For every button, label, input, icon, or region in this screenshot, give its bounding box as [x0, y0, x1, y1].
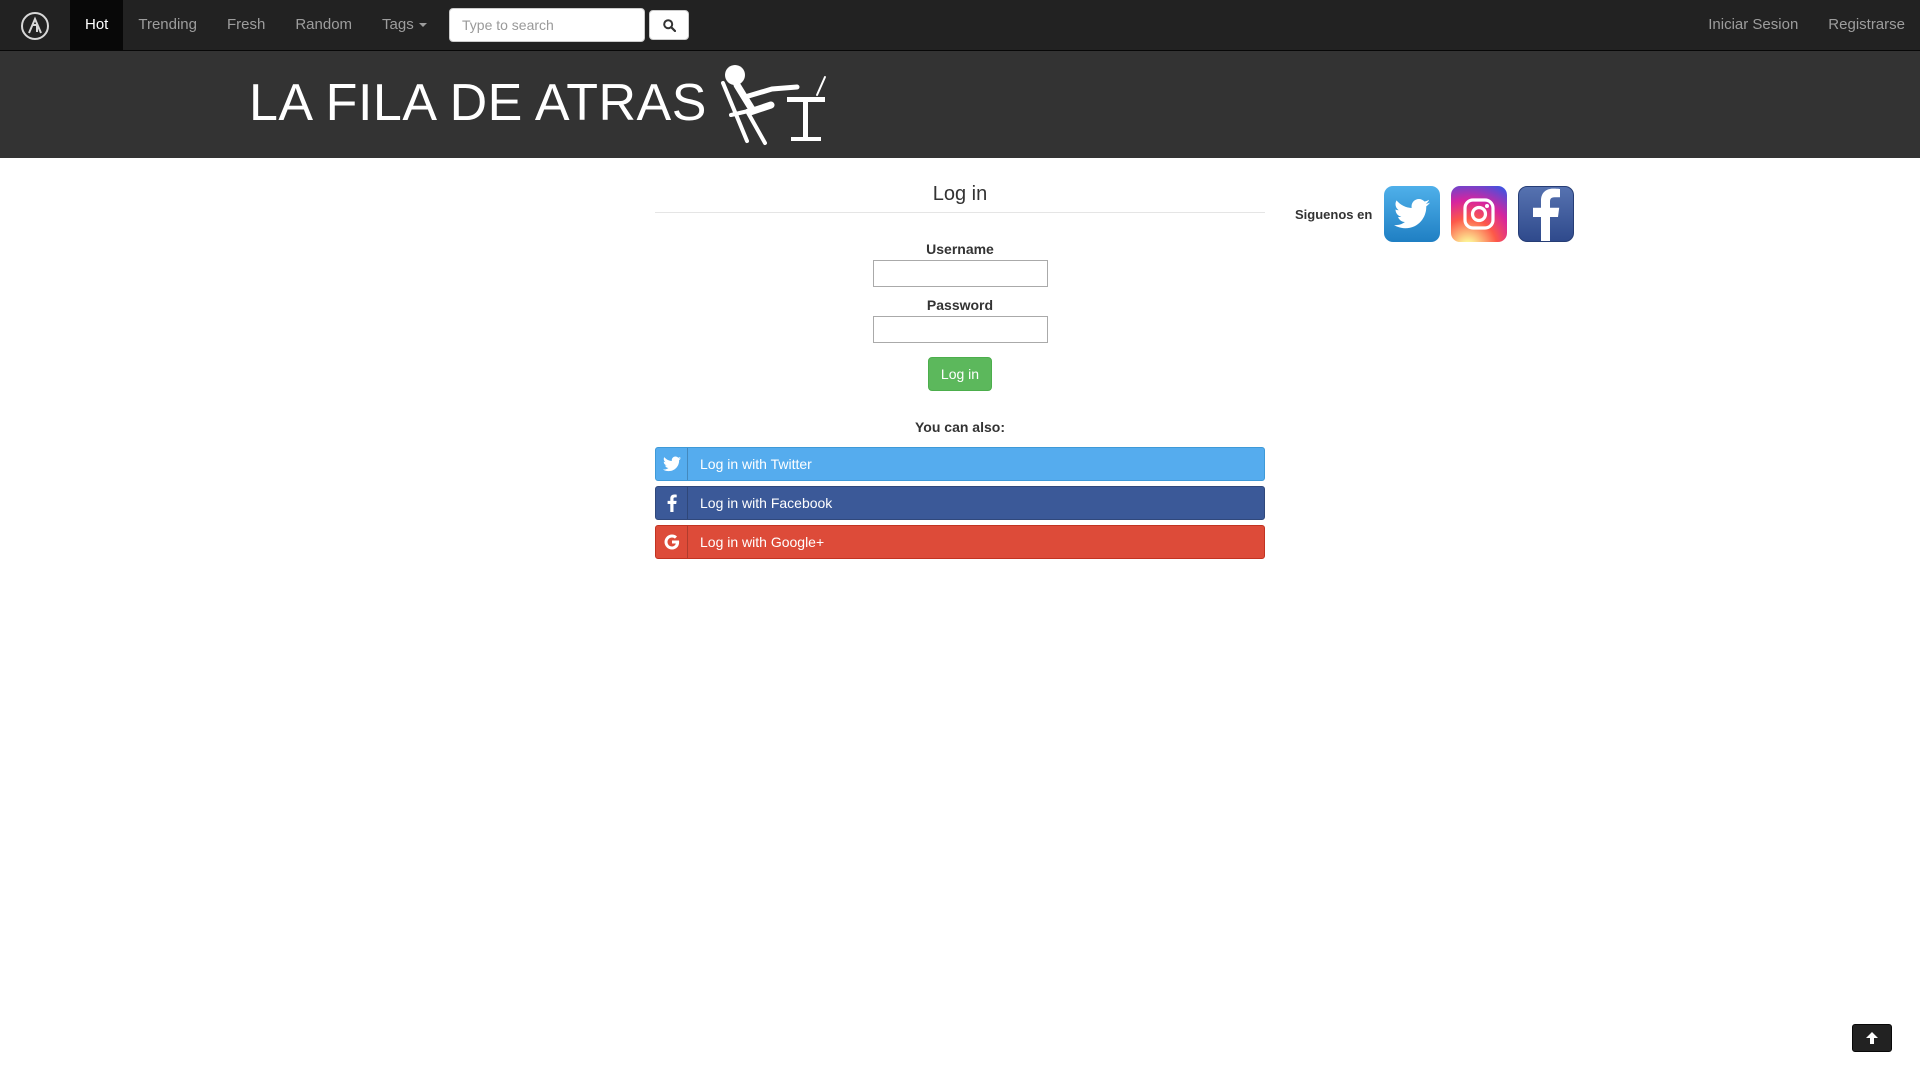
login-facebook-label: Log in with Facebook	[700, 495, 833, 511]
search-button[interactable]	[649, 10, 689, 40]
register-link[interactable]: Registrarse	[1813, 0, 1920, 50]
twitter-icon	[656, 448, 688, 480]
password-field[interactable]	[872, 316, 1048, 343]
follow-us: Siguenos en	[1295, 186, 1585, 242]
instagram-profile-icon[interactable]	[1451, 186, 1508, 242]
nav-item-fresh[interactable]: Fresh	[212, 0, 280, 50]
facebook-profile-icon[interactable]	[1518, 186, 1575, 242]
login-twitter-label: Log in with Twitter	[700, 456, 812, 472]
site-title[interactable]: LA FILA DE ATRAS	[249, 72, 707, 134]
login-google-button[interactable]: Log in with Google+	[655, 525, 1265, 559]
nav-item-hot[interactable]: Hot	[70, 0, 124, 50]
social-login-list: Log in with Twitter Log in with Facebook…	[655, 447, 1265, 559]
main-nav: Hot Trending Fresh Random Tags	[70, 0, 442, 50]
nav-item-trending[interactable]: Trending	[123, 0, 212, 50]
login-google-label: Log in with Google+	[700, 534, 825, 550]
student-at-desk-icon	[721, 65, 826, 145]
site-banner: LA FILA DE ATRAS	[0, 51, 1920, 158]
twitter-profile-icon[interactable]	[1384, 186, 1441, 242]
caret-down-icon	[418, 23, 427, 28]
login-title: Log in	[655, 183, 1265, 213]
search-input[interactable]	[449, 8, 645, 42]
nav-item-random[interactable]: Random	[280, 0, 367, 50]
login-facebook-button[interactable]: Log in with Facebook	[655, 486, 1265, 520]
google-icon	[656, 526, 688, 558]
nav-item-tags-dropdown[interactable]: Tags	[367, 0, 442, 50]
follow-label: Siguenos en	[1295, 206, 1373, 222]
username-field[interactable]	[872, 260, 1048, 287]
search-icon	[662, 18, 676, 32]
login-submit-button[interactable]: Log in	[927, 357, 993, 391]
login-form: Username Password Log in	[655, 241, 1265, 391]
top-navbar: Hot Trending Fresh Random Tags Iniciar S…	[0, 0, 1920, 51]
tags-label: Tags	[382, 16, 414, 33]
alternatives-label: You can also:	[915, 419, 1005, 435]
login-panel: Log in Username Password Log in You can …	[655, 183, 1265, 564]
password-label: Password	[926, 297, 994, 313]
site-logo-icon[interactable]	[21, 12, 49, 40]
login-link[interactable]: Iniciar Sesion	[1693, 0, 1813, 50]
login-twitter-button[interactable]: Log in with Twitter	[655, 447, 1265, 481]
search-form	[449, 8, 689, 42]
facebook-icon	[656, 487, 688, 519]
back-to-top-button[interactable]	[1852, 1024, 1892, 1052]
username-label: Username	[926, 241, 994, 257]
arrow-up-icon	[1866, 1032, 1878, 1044]
account-nav: Iniciar Sesion Registrarse	[1693, 0, 1920, 50]
